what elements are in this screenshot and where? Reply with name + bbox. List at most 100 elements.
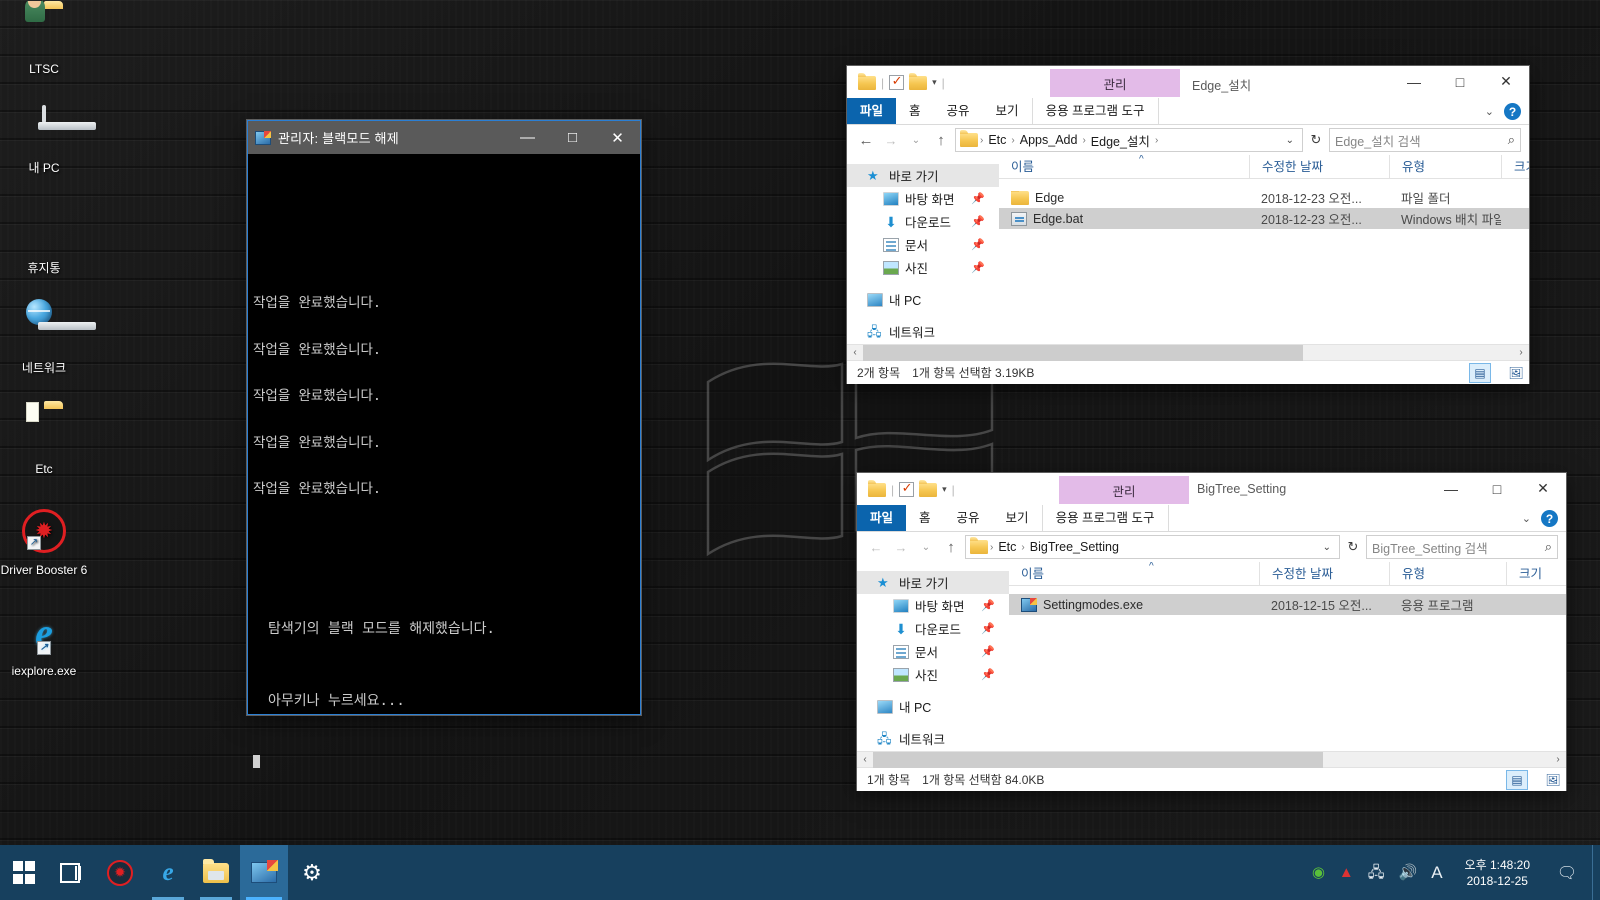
ribbon-tab-application-tools[interactable]: 응용 프로그램 도구 <box>1041 505 1169 531</box>
taskbar-clock[interactable]: 오후 1:48:20 2018-12-25 <box>1457 857 1538 889</box>
explorer2-breadcrumb[interactable]: › Etc › BigTree_Setting ⌄ <box>965 535 1340 559</box>
scroll-thumb[interactable] <box>863 344 1303 361</box>
ribbon-tab-application-tools[interactable]: 응용 프로그램 도구 <box>1031 98 1159 124</box>
desktop-icon-iexplore[interactable]: e ↗ iexplore.exe <box>0 610 88 678</box>
desktop-icon-network[interactable]: 네트워크 <box>0 299 88 375</box>
column-header-size[interactable]: 크기 <box>1501 155 1529 179</box>
volume-icon[interactable]: 🔊 <box>1399 865 1418 880</box>
explorer1-minimize-button[interactable]: — <box>1391 66 1437 97</box>
ribbon-collapse-icon[interactable]: ⌄ <box>1522 512 1531 525</box>
breadcrumb-segment[interactable]: Edge_설치 <box>1088 131 1153 150</box>
up-button[interactable]: ↑ <box>940 539 962 556</box>
taskbar[interactable]: ✹ e ⚙ ◉ ▲ 🖧 🔊 A 오후 1:48:20 2018-12-25 🗨 <box>0 845 1600 900</box>
nav-item-quick-access[interactable]: ★ 바로 가기 <box>847 164 999 187</box>
triangle-icon[interactable]: ▲ <box>1339 865 1354 880</box>
column-header-name[interactable]: 이름 <box>1009 562 1259 586</box>
ribbon-tab-home[interactable]: 홈 <box>896 98 934 124</box>
up-button[interactable]: ↑ <box>930 132 952 149</box>
nav-item-documents[interactable]: 문서 📌 <box>847 233 999 256</box>
ime-icon[interactable]: A <box>1431 864 1442 881</box>
explorer2-minimize-button[interactable]: — <box>1428 473 1474 504</box>
large-icons-view-icon[interactable]: 🖼 <box>1505 363 1527 383</box>
ribbon-tab-home[interactable]: 홈 <box>906 505 944 531</box>
show-desktop-button[interactable] <box>1592 845 1600 900</box>
ribbon-tab-share[interactable]: 공유 <box>934 98 983 124</box>
breadcrumb-segment[interactable]: Apps_Add <box>1017 133 1081 147</box>
nav-item-this-pc[interactable]: 내 PC <box>857 695 1009 718</box>
explorer2-horizontal-scrollbar[interactable]: ‹ › <box>857 751 1566 768</box>
explorer1-title-bar[interactable]: | ▾ | 관리 Edge_설치 — □ ✕ <box>847 66 1529 99</box>
desktop-icon-ltsc[interactable]: LTSC <box>0 0 88 76</box>
table-row[interactable]: Edge 2018-12-23 오전... 파일 폴더 <box>999 187 1529 208</box>
explorer1-file-list[interactable]: 이름 수정한 날짜 유형 크기 ^ Edge 2018-12-23 오전... … <box>999 155 1529 344</box>
breadcrumb-segment[interactable]: Etc <box>995 540 1019 554</box>
explorer2-search-box[interactable]: BigTree_Setting 검색 ⌕ <box>1366 535 1558 559</box>
ribbon-collapse-icon[interactable]: ⌄ <box>1485 105 1494 118</box>
refresh-button[interactable]: ↻ <box>1306 132 1326 148</box>
explorer1-ribbon[interactable]: 파일 홈 공유 보기 응용 프로그램 도구 ⌄ ? <box>847 98 1529 125</box>
scroll-left-icon[interactable]: ‹ <box>847 347 863 358</box>
explorer2-column-headers[interactable]: 이름 수정한 날짜 유형 크기 ^ <box>1009 562 1566 586</box>
console-close-button[interactable]: ✕ <box>595 121 640 154</box>
scroll-track[interactable] <box>873 751 1550 768</box>
cmd-button[interactable] <box>240 845 288 900</box>
search-icon[interactable]: ⌕ <box>1545 539 1552 555</box>
console-window[interactable]: 관리자: 블랙모드 해제 — □ ✕ 작업을 완료했습니다. 작업을 완료했습니… <box>247 120 641 768</box>
console-maximize-button[interactable]: □ <box>550 121 595 154</box>
ribbon-tab-share[interactable]: 공유 <box>944 505 993 531</box>
column-header-date[interactable]: 수정한 날짜 <box>1259 562 1389 586</box>
details-view-icon[interactable]: ▤ <box>1469 362 1491 383</box>
nav-item-downloads[interactable]: ⬇ 다운로드 📌 <box>857 617 1009 640</box>
driver-booster-button[interactable]: ✹ <box>96 845 144 900</box>
nav-item-network[interactable]: 🖧 네트워크 <box>847 320 999 343</box>
breadcrumb-trailing-arrow[interactable]: › <box>1155 135 1158 146</box>
nav-item-documents[interactable]: 문서 📌 <box>857 640 1009 663</box>
explorer1-column-headers[interactable]: 이름 수정한 날짜 유형 크기 ^ <box>999 155 1529 179</box>
ribbon-tab-file[interactable]: 파일 <box>857 505 907 531</box>
column-header-name[interactable]: 이름 <box>999 155 1249 179</box>
desktop[interactable]: LTSC 내 PC ♻ 휴지통 네트워크 Etc ✹ ↗ Driver Boost… <box>0 0 1600 900</box>
help-icon[interactable]: ? <box>1541 510 1558 527</box>
scroll-track[interactable] <box>863 344 1513 361</box>
network-tray-icon[interactable]: 🖧 <box>1368 865 1385 880</box>
explorer2-file-list[interactable]: 이름 수정한 날짜 유형 크기 ^ Settingmodes.exe 2018-… <box>1009 562 1566 751</box>
explorer1-address-bar[interactable]: ← → ⌄ ↑ › Etc › Apps_Add › Edge_설치 › ⌄ ↻… <box>847 125 1529 155</box>
forward-button[interactable]: → <box>880 133 902 148</box>
column-header-date[interactable]: 수정한 날짜 <box>1249 155 1389 179</box>
explorer-window-edge[interactable]: | ▾ | 관리 Edge_설치 — □ ✕ 파일 홈 공유 보기 응용 프로그… <box>847 66 1529 384</box>
recent-locations-button[interactable]: ⌄ <box>915 542 937 553</box>
notification-center-icon[interactable]: 🗨 <box>1552 863 1582 883</box>
properties-icon[interactable] <box>868 479 886 497</box>
address-dropdown-icon[interactable]: ⌄ <box>1286 135 1298 146</box>
explorer1-close-button[interactable]: ✕ <box>1483 66 1529 97</box>
back-button[interactable]: ← <box>865 540 887 555</box>
chevron-down-icon[interactable]: ▾ <box>932 77 937 88</box>
explorer1-content[interactable]: ★ 바로 가기 바탕 화면 📌 ⬇ 다운로드 📌 문서 📌 사진 📌 내 PC … <box>847 155 1529 344</box>
console-title-bar[interactable]: 관리자: 블랙모드 해제 — □ ✕ <box>248 121 640 154</box>
address-dropdown-icon[interactable]: ⌄ <box>1323 542 1335 553</box>
start-button[interactable] <box>0 845 48 900</box>
desktop-icon-recycle-bin[interactable]: ♻ 휴지통 <box>0 207 88 275</box>
explorer2-window-buttons[interactable]: — □ ✕ <box>1428 473 1566 504</box>
ribbon-tab-view[interactable]: 보기 <box>983 98 1032 124</box>
console-minimize-button[interactable]: — <box>505 121 550 154</box>
explorer2-context-tab-label[interactable]: 관리 <box>1059 476 1189 504</box>
explorer2-close-button[interactable]: ✕ <box>1520 473 1566 504</box>
search-icon[interactable]: ⌕ <box>1508 132 1515 148</box>
desktop-icon-this-pc[interactable]: 내 PC <box>0 105 88 175</box>
large-icons-view-icon[interactable]: 🖼 <box>1542 770 1564 790</box>
new-folder-icon[interactable] <box>909 72 928 90</box>
checkbox-icon[interactable] <box>889 73 905 90</box>
file-explorer-button[interactable] <box>192 845 240 900</box>
internet-explorer-button[interactable]: e <box>144 845 192 900</box>
recent-locations-button[interactable]: ⌄ <box>905 135 927 146</box>
scroll-right-icon[interactable]: › <box>1550 754 1566 765</box>
column-header-type[interactable]: 유형 <box>1389 562 1506 586</box>
explorer2-ribbon[interactable]: 파일 홈 공유 보기 응용 프로그램 도구 ⌄ ? <box>857 505 1566 532</box>
explorer1-search-box[interactable]: Edge_설치 검색 ⌕ <box>1329 128 1521 152</box>
system-tray[interactable]: ◉ ▲ 🖧 🔊 A 오후 1:48:20 2018-12-25 🗨 <box>1312 857 1592 889</box>
console-output[interactable]: 작업을 완료했습니다. 작업을 완료했습니다. 작업을 완료했습니다. 작업을 … <box>248 154 640 799</box>
desktop-icon-etc[interactable]: Etc <box>0 402 88 476</box>
new-folder-icon[interactable] <box>919 479 938 497</box>
ribbon-tab-view[interactable]: 보기 <box>993 505 1042 531</box>
